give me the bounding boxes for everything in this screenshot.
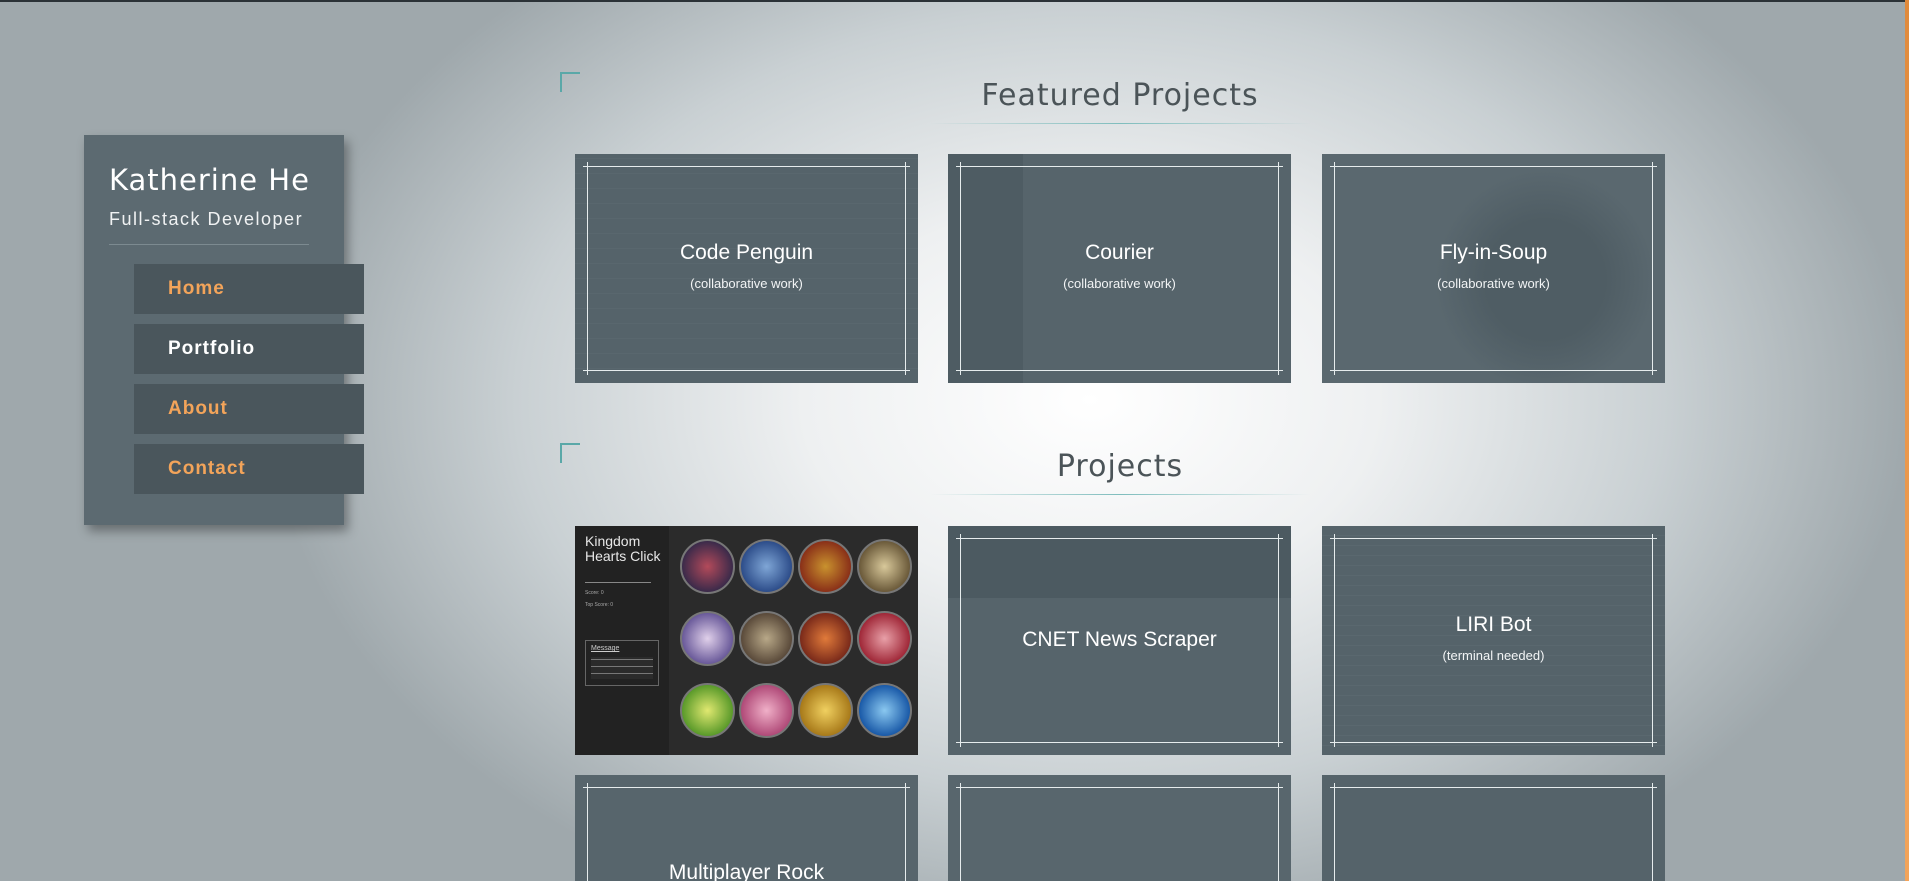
- projects-heading: Projects: [1056, 449, 1184, 484]
- featured-heading-rule: [930, 123, 1310, 124]
- kh-orb: [739, 611, 794, 666]
- kh-score: Score: 0: [585, 590, 604, 596]
- top-border: [0, 0, 1909, 2]
- sidebar-divider: [109, 244, 309, 245]
- nav-contact[interactable]: Contact: [134, 444, 364, 494]
- kh-orb: [680, 539, 735, 594]
- project-card-courier[interactable]: Courier (collaborative work): [948, 154, 1291, 383]
- main-nav: Home Portfolio About Contact: [134, 264, 364, 504]
- site-owner-name: Katherine He: [109, 163, 310, 197]
- project-card[interactable]: [948, 775, 1291, 881]
- kh-orb: [857, 539, 912, 594]
- kh-orb: [798, 683, 853, 738]
- kh-top-score: Top Score: 0: [585, 602, 614, 608]
- projects-heading-rule: [930, 494, 1310, 495]
- project-card-multiplayer-rock[interactable]: Multiplayer Rock: [575, 775, 918, 881]
- card-title: LIRI Bot: [1455, 613, 1532, 636]
- kh-orb: [680, 683, 735, 738]
- card-title: Courier: [1085, 241, 1154, 264]
- card-frame: [956, 162, 1283, 375]
- kh-orb: [798, 611, 853, 666]
- nav-home[interactable]: Home: [134, 264, 364, 314]
- kh-orb: [857, 611, 912, 666]
- kh-orb: [739, 683, 794, 738]
- card-subtitle: (collaborative work): [1063, 276, 1176, 291]
- card-frame: [583, 162, 910, 375]
- kh-orb: [739, 539, 794, 594]
- card-title: Code Penguin: [679, 241, 814, 264]
- project-card-code-penguin[interactable]: Code Penguin (collaborative work): [575, 154, 918, 383]
- card-subtitle: (terminal needed): [1442, 648, 1545, 663]
- card-title: Fly-in-Soup: [1439, 241, 1548, 264]
- section-corner-marker: [560, 72, 580, 92]
- project-card-cnet-news-scraper[interactable]: CNET News Scraper: [948, 526, 1291, 755]
- kh-title: Kingdom Hearts Click: [585, 533, 661, 564]
- card-frame: [1330, 162, 1657, 375]
- kh-orb: [857, 683, 912, 738]
- card-frame: [1330, 783, 1657, 881]
- nav-portfolio[interactable]: Portfolio: [134, 324, 364, 374]
- nav-about[interactable]: About: [134, 384, 364, 434]
- sidebar: Katherine He Full-stack Developer Home P…: [84, 135, 364, 525]
- project-card-liri-bot[interactable]: LIRI Bot (terminal needed): [1322, 526, 1665, 755]
- kh-divider: [585, 582, 651, 583]
- window-edge: [1905, 0, 1909, 881]
- section-corner-marker: [560, 443, 580, 463]
- card-frame: [956, 783, 1283, 881]
- project-card[interactable]: [1322, 775, 1665, 881]
- card-title: Multiplayer Rock: [668, 861, 825, 881]
- kh-orb: [798, 539, 853, 594]
- kh-sidebar: Kingdom Hearts Click Score: 0 Top Score:…: [575, 526, 669, 755]
- project-card-fly-in-soup[interactable]: Fly-in-Soup (collaborative work): [1322, 154, 1665, 383]
- kh-message-box: Message: [585, 640, 659, 686]
- card-subtitle: (collaborative work): [690, 276, 803, 291]
- site-owner-role: Full-stack Developer: [109, 209, 304, 229]
- kh-message-label: Message: [591, 645, 620, 652]
- kh-orb: [680, 611, 735, 666]
- card-title: CNET News Scraper: [1022, 628, 1217, 651]
- featured-projects-heading: Featured Projects: [981, 78, 1259, 113]
- project-card-kingdom-hearts-click[interactable]: Kingdom Hearts Click Score: 0 Top Score:…: [575, 526, 918, 755]
- card-frame: [1330, 534, 1657, 747]
- card-subtitle: (collaborative work): [1437, 276, 1550, 291]
